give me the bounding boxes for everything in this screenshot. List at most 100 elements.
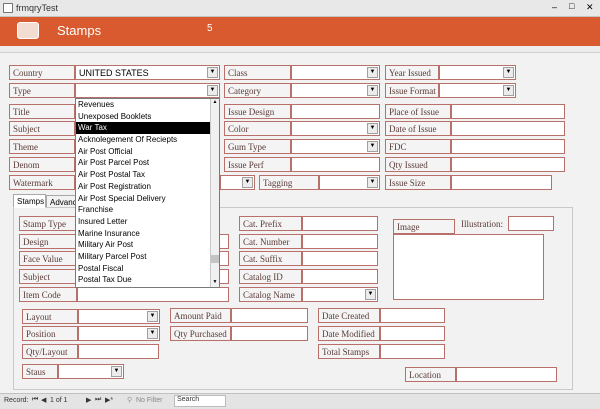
cat-number-label: Cat. Number (239, 234, 302, 249)
issue-size-label: Issue Size (385, 175, 451, 190)
last-record-icon[interactable]: ⏭ (95, 396, 101, 404)
window-titlebar: frmqryTest – □ ✕ (0, 0, 600, 17)
list-item[interactable]: Revenues (76, 99, 219, 111)
tagging-combo[interactable]: ▼ (319, 175, 380, 190)
position-combo[interactable]: ▼ (78, 326, 160, 341)
issue-perf-field[interactable] (291, 157, 380, 172)
tagging-label: Tagging (259, 175, 319, 190)
layout-combo[interactable]: ▼ (78, 309, 160, 324)
list-item[interactable]: Marine Insurance (76, 228, 219, 240)
type-dropdown-list[interactable]: Revenues Unexposed Booklets War Tax Acknole… (75, 98, 220, 288)
catalog-id-field[interactable] (302, 269, 378, 284)
illustration-label: Illustration: (461, 219, 503, 229)
close-button[interactable]: ✕ (586, 2, 594, 13)
list-item[interactable]: Air Post Parcel Post (76, 157, 219, 169)
catalog-name-combo[interactable]: ▼ (302, 287, 378, 302)
list-item[interactable]: Postal Tax Due (76, 274, 219, 286)
scroll-down-icon[interactable]: ▼ (211, 279, 219, 287)
qty-purchased-label: Qty Purchased (170, 326, 231, 341)
dropdown-scrollbar[interactable]: ▲ ▼ (210, 99, 219, 287)
list-item[interactable]: Air Post Postal Tax (76, 169, 219, 181)
type-label: Type (9, 83, 75, 98)
watermark-combo[interactable]: ▼ (220, 175, 255, 190)
image-box[interactable] (393, 234, 544, 300)
type-combo[interactable]: ▼ (75, 83, 220, 98)
list-item[interactable]: Air Post Special Delivery (76, 193, 219, 205)
year-issued-combo[interactable]: ▼ (439, 65, 516, 80)
issue-format-combo[interactable]: ▼ (439, 83, 516, 98)
amount-paid-field[interactable] (231, 308, 308, 323)
fdc-field[interactable] (451, 139, 565, 154)
chevron-down-icon[interactable]: ▼ (367, 141, 378, 152)
issue-size-field[interactable] (451, 175, 552, 190)
next-record-icon[interactable]: ▶ (86, 396, 91, 404)
chevron-down-icon[interactable]: ▼ (503, 67, 514, 78)
cat-suffix-field[interactable] (302, 251, 378, 266)
list-item[interactable]: Unexposed Booklets (76, 111, 219, 123)
chevron-down-icon[interactable]: ▼ (367, 123, 378, 134)
tab-stamps[interactable]: Stamps (13, 194, 46, 208)
class-combo[interactable]: ▼ (291, 65, 380, 80)
qty-purchased-field[interactable] (231, 326, 308, 341)
chevron-down-icon[interactable]: ▼ (367, 177, 378, 188)
list-item[interactable]: Franchise (76, 204, 219, 216)
total-stamps-field[interactable] (380, 344, 445, 359)
list-item[interactable]: War Tax (76, 122, 219, 135)
location-field[interactable] (456, 367, 557, 382)
header-divider (0, 46, 600, 53)
country-combo[interactable]: UNITED STATES ▼ (75, 65, 220, 80)
scroll-up-icon[interactable]: ▲ (211, 99, 219, 107)
place-of-issue-field[interactable] (451, 104, 565, 119)
denom-label: Denom (9, 157, 75, 172)
illustration-field[interactable] (508, 216, 554, 231)
date-of-issue-field[interactable] (451, 121, 565, 136)
app-icon (3, 3, 13, 13)
list-item[interactable]: Air Post Registration (76, 181, 219, 193)
date-created-field[interactable] (380, 308, 445, 323)
category-label: Category (224, 83, 291, 98)
color-combo[interactable]: ▼ (291, 121, 380, 136)
face-value-label: Face Value (19, 251, 77, 266)
cat-prefix-field[interactable] (302, 216, 378, 231)
prev-record-icon[interactable]: ◀ (41, 396, 46, 404)
no-filter-label[interactable]: No Filter (136, 397, 162, 404)
first-record-icon[interactable]: ⏮ (32, 396, 38, 404)
date-modified-field[interactable] (380, 326, 445, 341)
minimize-button[interactable]: – (552, 2, 557, 12)
search-box[interactable]: Search (174, 395, 226, 407)
list-item[interactable]: Air Post Official (76, 146, 219, 158)
qty-layout-field[interactable] (78, 344, 159, 359)
list-item[interactable]: Military Parcel Post (76, 251, 219, 263)
chevron-down-icon[interactable]: ▼ (367, 85, 378, 96)
chevron-down-icon[interactable]: ▼ (503, 85, 514, 96)
amount-paid-label: Amount Paid (170, 308, 231, 323)
qty-issued-field[interactable] (451, 157, 565, 172)
watermark-label: Watermark (9, 175, 75, 190)
chevron-down-icon[interactable]: ▼ (242, 177, 253, 188)
chevron-down-icon[interactable]: ▼ (367, 67, 378, 78)
issue-design-label: Issue Design (224, 104, 291, 119)
maximize-button[interactable]: □ (569, 1, 574, 11)
record-position[interactable]: 1 of 1 (50, 397, 80, 404)
chevron-down-icon[interactable]: ▼ (147, 311, 158, 322)
stamps-logo-icon (17, 22, 39, 39)
window-title: frmqryTest (16, 3, 59, 13)
chevron-down-icon[interactable]: ▼ (147, 328, 158, 339)
cat-number-field[interactable] (302, 234, 378, 249)
category-combo[interactable]: ▼ (291, 83, 380, 98)
list-item[interactable]: Military Air Post (76, 239, 219, 251)
scroll-thumb[interactable] (211, 255, 219, 263)
chevron-down-icon[interactable]: ▼ (207, 67, 218, 78)
gum-type-combo[interactable]: ▼ (291, 139, 380, 154)
list-item[interactable]: Postal Fiscal (76, 263, 219, 275)
chevron-down-icon[interactable]: ▼ (111, 366, 122, 377)
item-code-field[interactable] (77, 287, 229, 302)
list-item[interactable]: Acknolegement Of Reciepts (76, 134, 219, 146)
staus-combo[interactable]: ▼ (58, 364, 124, 379)
chevron-down-icon[interactable]: ▼ (207, 85, 218, 96)
chevron-down-icon[interactable]: ▼ (365, 289, 376, 300)
issue-design-field[interactable] (291, 104, 380, 119)
issue-perf-label: Issue Perf (224, 157, 291, 172)
list-item[interactable]: Insured Letter (76, 216, 219, 228)
new-record-icon[interactable]: ▶* (105, 396, 113, 404)
